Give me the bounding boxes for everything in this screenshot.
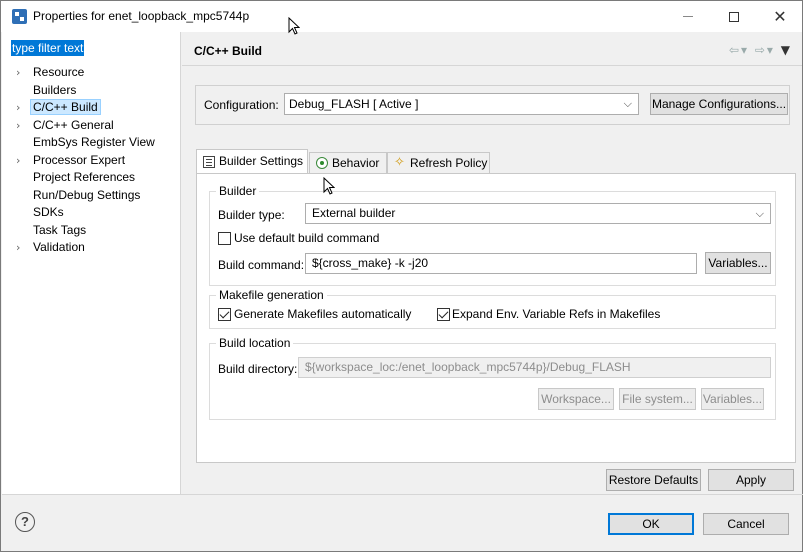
tab-behavior[interactable]: Behavior [309,152,387,173]
footer-divider [2,494,803,495]
chevron-right-icon[interactable]: › [16,99,28,117]
properties-dialog: Properties for enet_loopback_mpc5744p ✕ … [0,0,803,552]
build-command-input[interactable]: ${cross_make} -k -j20 [305,253,697,274]
tab-label: Builder Settings [219,154,304,168]
chevron-right-icon[interactable]: › [16,152,28,170]
sidebar: type filter text › Resource Builders › C/C… [2,32,181,494]
tab-builder-settings[interactable]: Builder Settings [196,149,308,174]
build-location-group: Build location Build directory: ${worksp… [209,336,776,420]
view-menu-icon[interactable]: ▼ [781,43,792,57]
close-icon: ✕ [773,7,787,26]
close-button[interactable]: ✕ [757,1,803,32]
app-icon [12,9,27,24]
document-icon [203,156,215,168]
header-divider [182,65,802,66]
refresh-icon: ✧ [394,155,405,170]
expand-env-label[interactable]: Expand Env. Variable Refs in Makefiles [452,307,660,321]
radio-icon [316,157,328,169]
restore-defaults-button[interactable]: Restore Defaults [606,469,701,491]
builder-group-label: Builder [216,184,260,198]
build-command-label: Build command: [218,258,305,272]
maximize-icon [729,11,739,22]
manage-configurations-button[interactable]: Manage Configurations... [650,93,788,115]
makefile-group-label: Makefile generation [216,288,327,302]
configuration-value: Debug_FLASH [ Active ] [289,97,419,111]
page-title: C/C++ Build [194,44,263,58]
ok-button[interactable]: OK [608,513,694,535]
sidebar-item-builders[interactable]: Builders [2,82,181,100]
builder-group: Builder Builder type: External builder ⌵… [209,184,776,286]
filter-text[interactable]: type filter text [11,40,85,56]
sidebar-item-cpp-build[interactable]: › C/C++ Build [2,99,181,117]
builder-type-select[interactable]: External builder ⌵ [305,203,771,224]
makefile-group: Makefile generation Generate Makefiles a… [209,288,776,329]
chevron-down-icon: ⌵ [755,207,764,220]
window-title: Properties for enet_loopback_mpc5744p [33,9,250,23]
use-default-label[interactable]: Use default build command [234,231,379,245]
build-location-group-label: Build location [216,336,294,350]
sidebar-item-task-tags[interactable]: Task Tags [2,222,181,240]
apply-button[interactable]: Apply [708,469,794,491]
expand-env-checkbox[interactable] [437,308,450,321]
build-directory-input[interactable]: ${workspace_loc:/enet_loopback_mpc5744p}… [298,357,771,378]
generate-makefiles-checkbox[interactable] [218,308,231,321]
sidebar-item-cpp-general[interactable]: › C/C++ General [2,117,181,135]
builder-variables-button[interactable]: Variables... [705,252,771,274]
chevron-right-icon[interactable]: › [16,64,28,82]
tab-label: Refresh Policy [410,156,488,170]
minimize-button[interactable] [665,1,711,32]
builder-type-value: External builder [312,206,396,220]
sidebar-item-sdks[interactable]: SDKs [2,204,181,222]
file-system-button[interactable]: File system... [619,388,696,410]
sidebar-item-resource[interactable]: › Resource [2,64,181,82]
maximize-button[interactable] [711,1,757,32]
sidebar-item-processor-expert[interactable]: › Processor Expert [2,152,181,170]
chevron-right-icon[interactable]: › [16,239,28,257]
sidebar-item-run-debug-settings[interactable]: Run/Debug Settings [2,187,181,205]
configuration-select[interactable]: Debug_FLASH [ Active ] ⌵ [284,93,639,115]
location-variables-button[interactable]: Variables... [701,388,764,410]
title-bar: Properties for enet_loopback_mpc5744p ✕ [1,1,802,32]
sidebar-item-project-references[interactable]: Project References [2,169,181,187]
workspace-button[interactable]: Workspace... [538,388,614,410]
nav-arrows: ⇦▾ ⇨▾ ▼ [729,43,792,57]
forward-menu-icon[interactable]: ▾ [767,43,775,57]
sidebar-item-validation[interactable]: › Validation [2,239,181,257]
sidebar-item-embsys-register-view[interactable]: EmbSys Register View [2,134,181,152]
generate-makefiles-label[interactable]: Generate Makefiles automatically [234,307,411,321]
minimize-icon [683,16,693,17]
configuration-label: Configuration: [204,98,279,112]
forward-arrow-icon[interactable]: ⇨ [755,43,767,57]
use-default-checkbox[interactable] [218,232,231,245]
back-arrow-icon[interactable]: ⇦ [729,43,741,57]
filter-input[interactable]: type filter text [11,40,174,56]
builder-type-label: Builder type: [218,208,285,222]
chevron-down-icon: ⌵ [623,97,632,110]
chevron-right-icon[interactable]: › [16,117,28,135]
page-header: C/C++ Build ⇦▾ ⇨▾ ▼ [182,32,802,66]
property-tree: › Resource Builders › C/C++ Build › C/C++ G… [2,64,181,257]
cancel-button[interactable]: Cancel [703,513,789,535]
help-icon[interactable]: ? [15,512,35,532]
configuration-row: Configuration: Debug_FLASH [ Active ] ⌵ … [195,85,790,125]
tab-label: Behavior [332,156,380,170]
tab-refresh-policy[interactable]: ✧ Refresh Policy [387,152,490,173]
builder-settings-panel: Builder Builder type: External builder ⌵… [196,173,796,463]
build-directory-label: Build directory: [218,362,298,376]
back-menu-icon[interactable]: ▾ [741,43,749,57]
